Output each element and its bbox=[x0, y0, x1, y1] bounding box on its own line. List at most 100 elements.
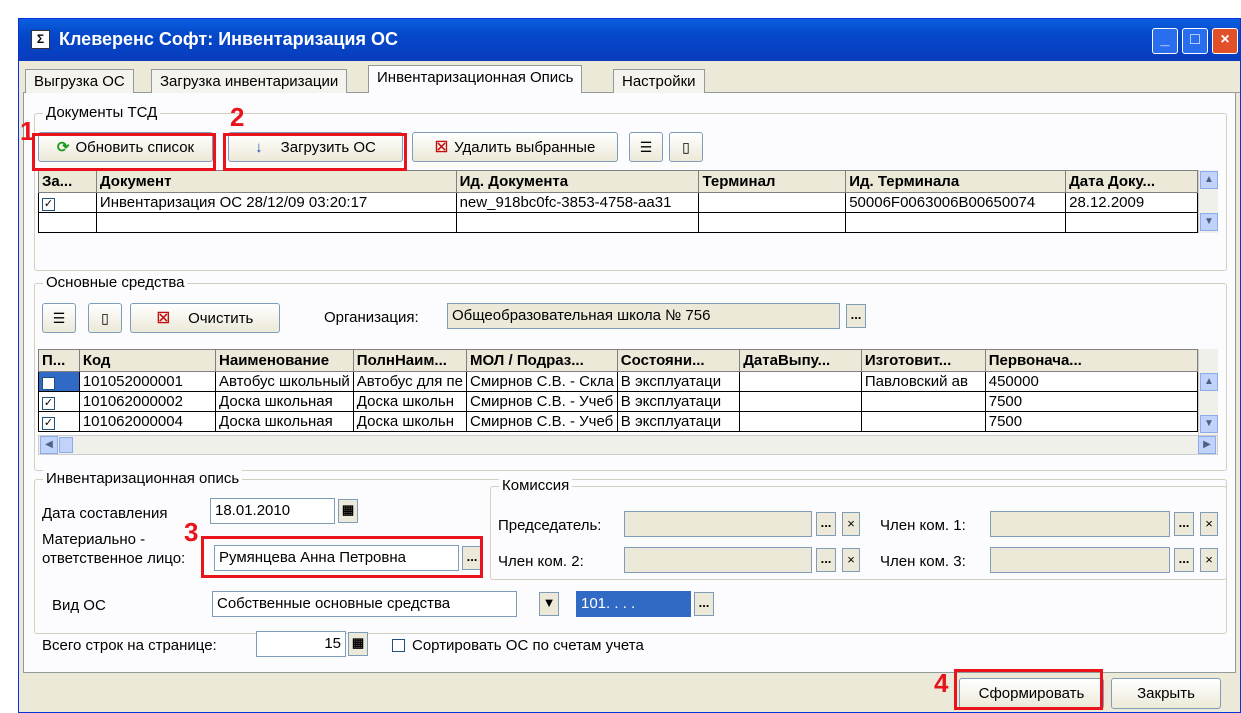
delete-selected-button[interactable]: ☒ Удалить выбранные bbox=[412, 132, 618, 162]
delete-icon: ☒ bbox=[434, 139, 449, 156]
docs-vscrollbar[interactable]: ▲ ▼ bbox=[1198, 170, 1218, 233]
row-checkbox-cell[interactable]: ✓ bbox=[38, 391, 80, 412]
docs-table-header: За... Документ Ид. Документа Терминал Ид… bbox=[38, 170, 1198, 193]
col-header[interactable]: Наименование bbox=[215, 349, 354, 372]
scroll-left-icon[interactable]: ◀ bbox=[40, 436, 58, 454]
col-header[interactable]: Дата Доку... bbox=[1065, 170, 1198, 193]
table-cell bbox=[739, 411, 862, 432]
scroll-down-icon[interactable]: ▼ bbox=[1200, 415, 1218, 433]
deselect-all-icon[interactable]: ▯ bbox=[669, 132, 703, 162]
account-browse-button[interactable]: ... bbox=[694, 592, 714, 616]
commission-group-label: Комиссия bbox=[499, 477, 573, 494]
tab-inventory-list[interactable]: Инвентаризационная Опись bbox=[368, 65, 583, 94]
scroll-up-icon[interactable]: ▲ bbox=[1200, 373, 1218, 391]
table-cell: 7500 bbox=[984, 391, 1199, 412]
row-checkbox-cell[interactable]: ✓ bbox=[38, 371, 80, 392]
main-window: Σ Клеверенс Софт: Инвентаризация ОС _ □ … bbox=[18, 18, 1241, 713]
table-cell: В эксплуатаци bbox=[616, 391, 741, 412]
delete-icon: ☒ bbox=[156, 310, 171, 327]
close-button[interactable]: × bbox=[1212, 28, 1238, 54]
mol-label-line2: ответственное лицо: bbox=[42, 550, 186, 567]
rows-per-page-field[interactable]: 15 bbox=[256, 631, 346, 657]
scroll-right-icon[interactable]: ▶ bbox=[1198, 436, 1216, 454]
col-header[interactable]: Терминал bbox=[698, 170, 847, 193]
table-cell bbox=[860, 411, 986, 432]
col-header[interactable]: МОЛ / Подраз... bbox=[466, 349, 618, 372]
col-header[interactable]: П... bbox=[38, 349, 80, 372]
table-cell: Инвентаризация ОС 28/12/09 03:20:17 bbox=[95, 192, 457, 213]
table-cell: 101062000002 bbox=[78, 391, 217, 412]
select-all-icon[interactable]: ☰ bbox=[42, 303, 76, 333]
row-checkbox-cell[interactable]: ✓ bbox=[38, 192, 97, 213]
col-header[interactable]: Первонача... bbox=[984, 349, 1199, 372]
table-cell: Смирнов С.В. - Скла bbox=[466, 371, 618, 392]
col-header[interactable]: Состояни... bbox=[616, 349, 741, 372]
col-header[interactable]: Код bbox=[78, 349, 217, 372]
row-checkbox-cell[interactable]: ✓ bbox=[38, 411, 80, 432]
col-header[interactable]: За... bbox=[38, 170, 97, 193]
org-field: Общеобразовательная школа № 756 bbox=[447, 303, 840, 329]
table-row[interactable]: ✓ 101062000004 Доска школьная Доска школ… bbox=[38, 411, 1199, 432]
scroll-up-icon[interactable]: ▲ bbox=[1200, 171, 1218, 189]
select-all-icon[interactable]: ☰ bbox=[629, 132, 663, 162]
col-header[interactable]: Ид. Терминала bbox=[845, 170, 1067, 193]
scroll-thumb[interactable] bbox=[59, 437, 73, 453]
chair-clear-icon[interactable]: × bbox=[842, 512, 860, 536]
date-label: Дата составления bbox=[42, 505, 168, 522]
sort-checkbox[interactable] bbox=[392, 639, 405, 652]
assets-hscrollbar[interactable]: ◀ ▶ bbox=[38, 435, 1218, 455]
table-row[interactable]: ✓ 101052000001 Автобус школьный Автобус … bbox=[38, 371, 1199, 392]
org-label: Организация: bbox=[324, 309, 419, 326]
scroll-down-icon[interactable]: ▼ bbox=[1200, 213, 1218, 231]
member2-browse-button[interactable]: ... bbox=[816, 548, 836, 572]
col-header[interactable]: ДатаВыпу... bbox=[739, 349, 862, 372]
title-bar: Σ Клеверенс Софт: Инвентаризация ОС _ □ … bbox=[19, 19, 1240, 61]
sort-label: Сортировать ОС по счетам учета bbox=[412, 637, 644, 654]
delete-selected-label: Удалить выбранные bbox=[454, 138, 596, 156]
tab-import[interactable]: Загрузка инвентаризации bbox=[151, 69, 348, 93]
clear-label: Очистить bbox=[188, 309, 254, 327]
docs-group-label: Документы ТСД bbox=[43, 104, 161, 121]
org-browse-button[interactable]: ... bbox=[846, 304, 866, 328]
table-row[interactable]: ✓ 101062000002 Доска школьная Доска школ… bbox=[38, 391, 1199, 412]
tab-settings[interactable]: Настройки bbox=[613, 69, 705, 93]
table-row[interactable]: ✓ Инвентаризация ОС 28/12/09 03:20:17 ne… bbox=[38, 192, 1198, 213]
table-cell: В эксплуатаци bbox=[616, 371, 741, 392]
member2-clear-icon[interactable]: × bbox=[842, 548, 860, 572]
col-header[interactable]: Документ bbox=[95, 170, 457, 193]
table-cell bbox=[860, 391, 986, 412]
maximize-button[interactable]: □ bbox=[1182, 28, 1208, 54]
col-header[interactable]: Изготовит... bbox=[860, 349, 986, 372]
date-field[interactable]: 18.01.2010 bbox=[210, 498, 335, 524]
table-cell: Смирнов С.В. - Учеб bbox=[466, 411, 618, 432]
row-checkbox[interactable]: ✓ bbox=[42, 417, 55, 430]
row-checkbox[interactable]: ✓ bbox=[42, 377, 55, 390]
assets-vscrollbar[interactable]: ▲ ▼ bbox=[1198, 349, 1218, 435]
tab-export[interactable]: Выгрузка ОС bbox=[25, 69, 134, 93]
col-header[interactable]: ПолнНаим... bbox=[352, 349, 468, 372]
table-cell: 101052000001 bbox=[78, 371, 217, 392]
table-cell: 450000 bbox=[984, 371, 1199, 392]
member3-clear-icon[interactable]: × bbox=[1200, 548, 1218, 572]
deselect-all-icon[interactable]: ▯ bbox=[88, 303, 122, 333]
chair-browse-button[interactable]: ... bbox=[816, 512, 836, 536]
asset-type-select[interactable]: Собственные основные средства bbox=[212, 591, 517, 617]
table-row-empty bbox=[38, 212, 1198, 233]
account-field[interactable]: 101. . . . bbox=[576, 591, 691, 617]
minimize-button[interactable]: _ bbox=[1152, 28, 1178, 54]
member1-browse-button[interactable]: ... bbox=[1174, 512, 1194, 536]
row-checkbox[interactable]: ✓ bbox=[42, 198, 55, 211]
table-cell: В эксплуатаци bbox=[616, 411, 741, 432]
row-checkbox[interactable]: ✓ bbox=[42, 397, 55, 410]
table-cell: 28.12.2009 bbox=[1065, 192, 1198, 213]
spin-icon[interactable]: ▦ bbox=[348, 632, 368, 656]
member3-browse-button[interactable]: ... bbox=[1174, 548, 1194, 572]
close-dialog-button[interactable]: Закрыть bbox=[1111, 678, 1221, 709]
inventory-group-label: Инвентаризационная опись bbox=[43, 470, 243, 487]
col-header[interactable]: Ид. Документа bbox=[455, 170, 700, 193]
table-cell: 7500 bbox=[984, 411, 1199, 432]
calendar-icon[interactable]: ▦ bbox=[338, 499, 358, 523]
chevron-down-icon[interactable]: ▼ bbox=[539, 592, 559, 616]
member1-clear-icon[interactable]: × bbox=[1200, 512, 1218, 536]
clear-button[interactable]: ☒ Очистить bbox=[130, 303, 280, 333]
